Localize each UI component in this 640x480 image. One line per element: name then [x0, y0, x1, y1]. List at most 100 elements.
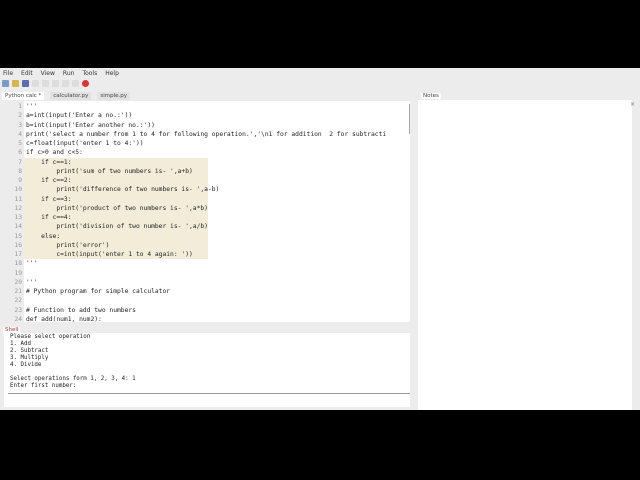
line-number: 10 — [14, 186, 22, 194]
code-line: 4 print('select a number from 1 to 4 for … — [4, 130, 410, 139]
code-text: if c>0 and c<5: — [26, 149, 83, 157]
tab-editor[interactable]: calculator.py — [50, 92, 92, 100]
menu-run[interactable]: Run — [63, 68, 75, 79]
step-over-icon[interactable] — [52, 80, 59, 87]
code-text: b=int(input('Enter another no.:')) — [26, 121, 155, 129]
line-number: 19 — [14, 269, 22, 277]
shell-line: 4. Divide — [10, 362, 42, 368]
code-line: 8 print('sum of two numbers is- ',a+b) — [4, 167, 410, 176]
code-line: 6 if c>0 and c<5: — [4, 148, 410, 157]
line-number: 5 — [18, 140, 22, 147]
code-text: # Function to add two numbers — [26, 306, 136, 314]
code-text: print('error') — [26, 241, 110, 249]
code-line: 22 — [4, 296, 410, 305]
code-text: if c==2: — [26, 177, 72, 184]
code-line: 24 def add(num1, num2): — [4, 315, 410, 322]
line-number: 7 — [18, 158, 22, 166]
stop-icon[interactable] — [82, 80, 89, 87]
line-number: 15 — [14, 232, 22, 240]
line-number: 24 — [14, 315, 22, 322]
tab-editor[interactable]: simple.py — [97, 92, 131, 100]
tab-right-panel[interactable]: Notes — [421, 93, 441, 99]
menu-bar: File Edit View Run Tools Help — [0, 68, 640, 79]
resume-icon[interactable] — [72, 80, 79, 87]
code-text: a=int(input('Enter a no.:')) — [26, 112, 133, 120]
save-icon[interactable] — [22, 80, 29, 87]
line-number: 16 — [14, 241, 22, 249]
code-text: print('select a number from 1 to 4 for f… — [26, 130, 387, 138]
code-line: 16 print('error') — [4, 241, 410, 250]
close-icon[interactable]: × — [630, 101, 635, 108]
code-text: print('sum of two numbers is- ',a+b) — [26, 167, 193, 175]
run-icon[interactable] — [32, 80, 39, 87]
line-number: 1 — [18, 103, 22, 110]
tab-editor[interactable]: Python calc * — [2, 92, 45, 100]
line-number: 20 — [14, 278, 22, 286]
line-number: 2 — [18, 112, 22, 120]
code-text: c=int(input('enter 1 to 4 again: ')) — [26, 251, 193, 258]
debug-icon[interactable] — [42, 80, 49, 87]
menu-help[interactable]: Help — [105, 68, 119, 79]
code-text: if c==3: — [26, 195, 72, 203]
code-line: 1 ''' — [4, 102, 410, 111]
code-line: 23 # Function to add two numbers — [4, 306, 410, 315]
shell-line: 2. Subtract — [10, 348, 49, 354]
menu-edit[interactable]: Edit — [21, 68, 33, 79]
code-text: c=float(input('enter 1 to 4:')) — [26, 140, 144, 147]
code-text: print('product of two numbers is- ',a*b) — [26, 204, 208, 212]
code-line: 5 c=float(input('enter 1 to 4:')) — [4, 139, 410, 148]
code-line: 17 c=int(input('enter 1 to 4 again: ')) — [4, 250, 410, 259]
code-line: 7 if c==1: — [4, 158, 410, 167]
code-line: 2 a=int(input('Enter a no.:')) — [4, 111, 410, 120]
menu-view[interactable]: View — [41, 68, 55, 79]
new-file-icon[interactable] — [2, 80, 9, 87]
code-line: 18 ''' — [4, 259, 410, 268]
line-number: 17 — [14, 251, 22, 258]
code-line: 13 if c==4: — [4, 213, 410, 222]
line-number: 22 — [14, 297, 22, 305]
open-file-icon[interactable] — [12, 80, 19, 87]
shell-line: Enter first number: — [10, 383, 80, 389]
shell-panel[interactable]: Please select operation 1. Add 2. Subtract… — [4, 333, 410, 407]
line-number: 6 — [18, 149, 22, 157]
right-panel — [418, 100, 632, 410]
menu-tools[interactable]: Tools — [82, 68, 97, 79]
code-line: 14 print('division of two number is- ',a… — [4, 222, 410, 231]
code-line: 10 print('difference of two numbers is- … — [4, 185, 410, 194]
step-into-icon[interactable] — [62, 80, 69, 87]
shell-divider — [8, 393, 410, 394]
shell-line: Select operations form 1, 2, 3, 4: 1 — [10, 376, 136, 382]
code-text: ''' — [26, 278, 38, 286]
code-text: def add(num1, num2): — [26, 315, 102, 322]
line-number: 11 — [14, 195, 22, 203]
line-number: 12 — [14, 204, 22, 212]
editor-tabs: Python calc * calculator.py simple.py — [2, 92, 131, 100]
code-line: 12 print('product of two numbers is- ',a… — [4, 204, 410, 213]
line-number: 13 — [14, 214, 22, 221]
ide-window: File Edit View Run Tools Help Python calc * ca… — [0, 68, 640, 410]
code-line: 19 — [4, 269, 410, 278]
code-line: 20 ''' — [4, 278, 410, 287]
code-text: if c==1: — [26, 158, 72, 166]
line-number: 21 — [14, 288, 22, 295]
line-number: 23 — [14, 306, 22, 314]
code-text: if c==4: — [26, 214, 72, 221]
line-number: 4 — [18, 130, 22, 138]
code-line: 11 if c==3: — [4, 195, 410, 204]
code-text: else: — [26, 232, 61, 240]
line-number: 8 — [18, 167, 22, 175]
toolbar — [2, 80, 89, 89]
code-line: 15 else: — [4, 232, 410, 241]
shell-line: 3. Multiply — [10, 355, 49, 361]
shell-line: 1. Add — [10, 341, 31, 347]
code-text: print('division of two number is- ',a/b) — [26, 223, 208, 231]
code-text: # Python program for simple calculator — [26, 288, 171, 295]
line-number: 3 — [18, 121, 22, 129]
shell-line: Please select operation — [10, 334, 91, 340]
code-editor[interactable]: 1 ''' 2 a=int(input('Enter a no.:')) 3 b=int(… — [4, 101, 410, 322]
code-text: ''' — [26, 103, 38, 110]
code-line: 3 b=int(input('Enter another no.:')) — [4, 121, 410, 130]
menu-file[interactable]: File — [3, 68, 13, 79]
line-number: 14 — [14, 223, 22, 231]
line-number: 9 — [18, 177, 22, 184]
